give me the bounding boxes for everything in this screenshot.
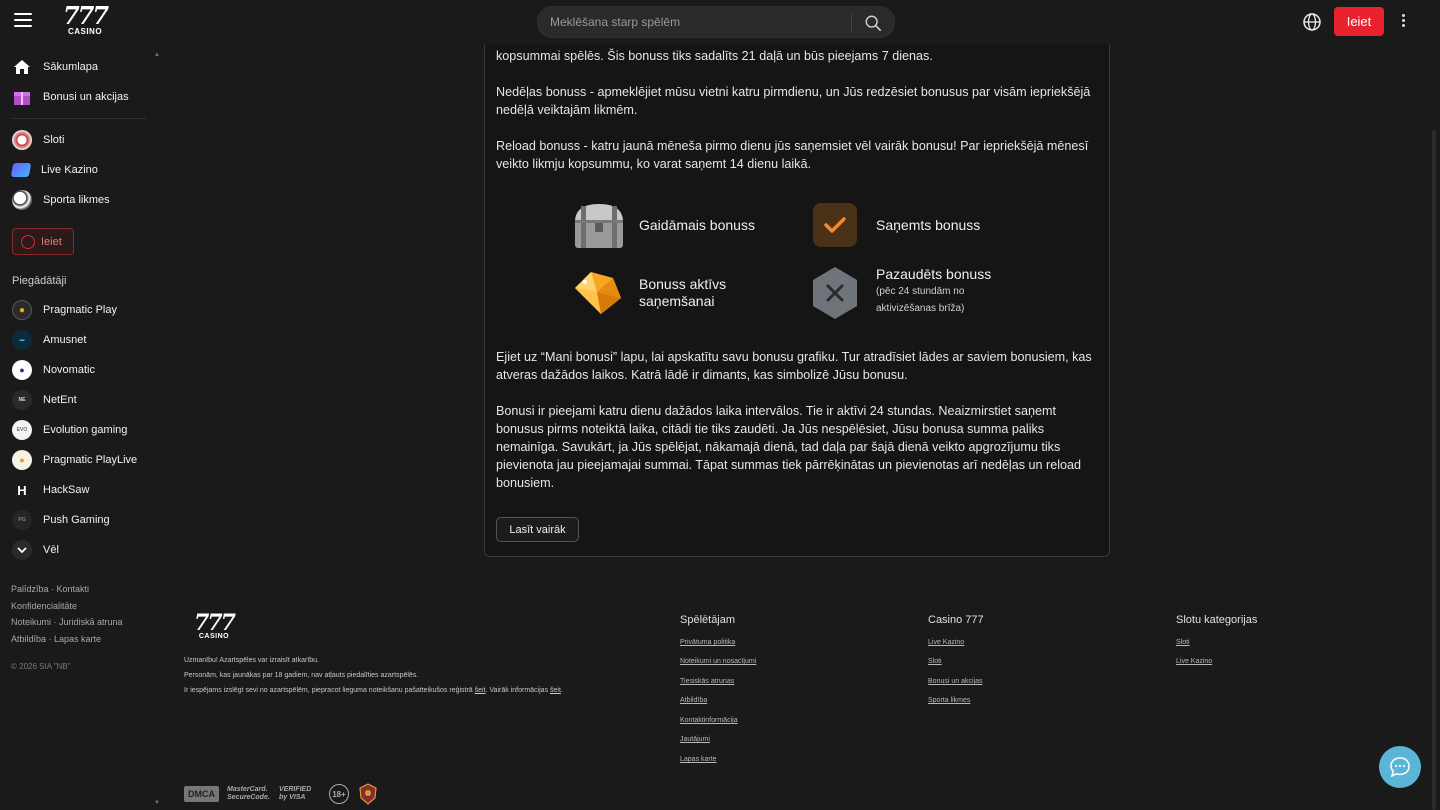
sidebar-link-privacy[interactable]: Konfidencialitāte (11, 598, 123, 615)
providers-title: Piegādātāji (12, 275, 67, 287)
footer-link-responsibility[interactable]: Atbildība (680, 697, 707, 704)
slots-icon (12, 130, 32, 150)
footer-link-bonuses[interactable]: Bonusi un akcijas (928, 678, 982, 685)
chat-icon (1390, 757, 1410, 778)
top-bar: 777 CASINO Ieiet (0, 0, 1440, 44)
push-gaming-logo-icon: PG (12, 510, 32, 530)
chest-icon (575, 204, 623, 248)
sidebar-item-home[interactable]: Sākumlapa (12, 55, 162, 79)
sidebar-item-sports[interactable]: Sporta likmes (12, 188, 162, 212)
more-options-icon[interactable] (1402, 14, 1408, 30)
coat-of-arms-icon (359, 783, 377, 805)
sidebar-provider-pragmatic-live[interactable]: ● Pragmatic PlayLive (12, 448, 162, 472)
chevron-down-icon (12, 540, 32, 560)
cross-hexagon-icon (813, 267, 857, 319)
sidebar-footer-links: Palīdzība · Kontakti Konfidencialitāte N… (11, 581, 123, 647)
dmca-badge[interactable]: DMCA (184, 786, 219, 802)
legend-lost: Pazaudēts bonuss (pēc 24 stundām no akti… (811, 266, 991, 320)
sidebar-link-terms-legal[interactable]: Noteikumi · Juridiskā atruna (11, 614, 123, 631)
search-input[interactable] (550, 7, 850, 37)
checkmark-icon (813, 203, 857, 247)
footer-logo[interactable]: 777 CASINO (184, 612, 244, 642)
search-icon[interactable] (864, 14, 882, 32)
footer-link-live-casino[interactable]: Live Kazino (928, 639, 964, 646)
footer-note-age: Personām, kas jaunākas par 18 gadiem, na… (184, 672, 419, 679)
hacksaw-logo-icon: H (17, 482, 27, 498)
sidebar-provider-hacksaw[interactable]: H HackSaw (12, 478, 162, 502)
footer-link-cat-live[interactable]: Live Kazino (1176, 658, 1212, 665)
globe-icon[interactable] (1302, 12, 1322, 32)
diamond-icon (575, 272, 621, 314)
para-bonus-rules: Bonusi ir pieejami katru dienu dažādos l… (496, 404, 1082, 490)
search-divider (851, 14, 852, 32)
casino-logo[interactable]: 777 CASINO (54, 4, 116, 38)
legend-pending: Gaidāmais bonuss (571, 200, 755, 252)
para-my-bonuses: Ejiet uz “Mani bonusi” lapu, lai apskatī… (496, 350, 1092, 382)
more-info-link[interactable]: šeit (550, 687, 561, 694)
sidebar-provider-more[interactable]: Vēl (12, 538, 162, 562)
footer-link-legal[interactable]: Tiesiskās atrunas (680, 678, 734, 685)
search-bar (537, 6, 895, 38)
sidebar-item-slots[interactable]: Sloti (12, 128, 162, 152)
footer-link-sitemap[interactable]: Lapas karte (680, 756, 717, 763)
copyright: © 2026 SIA "NB" (11, 662, 71, 671)
footer-link-privacy[interactable]: Privātuma politika (680, 639, 735, 646)
footer-link-contacts[interactable]: Kontaktinformācija (680, 717, 738, 724)
page-scrollbar[interactable] (1432, 130, 1436, 810)
sidebar: ▲ Sākumlapa Bonusi un akcijas Sloti Live… (0, 44, 166, 810)
gift-icon (14, 92, 30, 105)
footer-col-player-title: Spēlētājam (680, 614, 736, 626)
verified-by-visa-badge: VERIFIED by VISA (279, 786, 312, 801)
sidebar-item-bonuses[interactable]: Bonusi un akcijas (12, 85, 162, 109)
mastercard-securecode-badge: MasterCard. SecureCode. (227, 786, 270, 801)
novomatic-logo-icon: ● (12, 360, 32, 380)
sidebar-login-button[interactable]: Ieiet (12, 228, 74, 255)
footer-link-faq[interactable]: Jautājumi (680, 736, 710, 743)
user-icon (21, 234, 35, 249)
footer-col-casino-title: Casino 777 (928, 614, 984, 626)
read-more-button[interactable]: Lasīt vairāk (496, 517, 579, 542)
scroll-down-icon[interactable]: ▼ (154, 800, 160, 806)
trust-badges: DMCA MasterCard. SecureCode. VERIFIED by… (184, 782, 387, 806)
age-18-badge: 18+ (329, 784, 349, 804)
evolution-logo-icon: EVO (12, 420, 32, 440)
footer-link-cat-slots[interactable]: Sloti (1176, 639, 1190, 646)
sidebar-divider (12, 118, 146, 119)
legend-received: Saņemts bonuss (812, 202, 980, 248)
footer-col-slot-categories-title: Slotu kategorijas (1176, 614, 1258, 626)
menu-icon[interactable] (14, 13, 32, 27)
sidebar-link-responsibility-sitemap[interactable]: Atbildība · Lapas karte (11, 631, 123, 648)
footer-link-sports[interactable]: Sporta likmes (928, 697, 970, 704)
footer-note-self-exclusion: Ir iespējams izslēgt sevi no azartspēlēm… (184, 687, 563, 694)
para-first-bonus: kopsummai spēlēs. Šis bonuss tiks sadalī… (496, 49, 933, 63)
sidebar-item-live-casino[interactable]: Live Kazino (10, 158, 162, 182)
para-reload-bonus: Reload bonuss - katru jaunā mēneša pirmo… (496, 139, 1089, 171)
sidebar-provider-push-gaming[interactable]: PG Push Gaming (12, 508, 162, 532)
netent-logo-icon: NE (12, 390, 32, 410)
chat-button[interactable] (1379, 746, 1421, 788)
sidebar-provider-amusnet[interactable]: ▬ Amusnet (12, 328, 162, 352)
login-button[interactable]: Ieiet (1334, 7, 1384, 36)
home-icon (14, 60, 30, 74)
sidebar-provider-evolution[interactable]: EVO Evolution gaming (12, 418, 162, 442)
sidebar-provider-novomatic[interactable]: ● Novomatic (12, 358, 162, 382)
football-icon (12, 190, 32, 210)
footer-note-addiction: Uzmanību! Azartspēles var izraisīt atkar… (184, 657, 319, 664)
legend-active: Bonuss aktīvs saņemšanai (571, 266, 726, 318)
sidebar-provider-pragmatic-play[interactable]: ● Pragmatic Play (12, 298, 162, 322)
cards-icon (10, 163, 32, 177)
footer-link-slots[interactable]: Sloti (928, 658, 942, 665)
sidebar-link-help-contacts[interactable]: Palīdzība · Kontakti (11, 581, 123, 598)
footer-link-terms[interactable]: Noteikumi un nosacījumi (680, 658, 756, 665)
pragmatic-play-logo-icon: ● (12, 300, 32, 320)
bonus-info-card: kopsummai spēlēs. Šis bonuss tiks sadalī… (484, 0, 1110, 557)
para-weekly-bonus: Nedēļas bonuss - apmeklējiet mūsu vietni… (496, 85, 1091, 117)
sidebar-provider-netent[interactable]: NE NetEnt (12, 388, 162, 412)
pragmatic-live-logo-icon: ● (12, 450, 32, 470)
amusnet-logo-icon: ▬ (12, 330, 32, 350)
self-exclusion-link[interactable]: šeit (475, 687, 486, 694)
